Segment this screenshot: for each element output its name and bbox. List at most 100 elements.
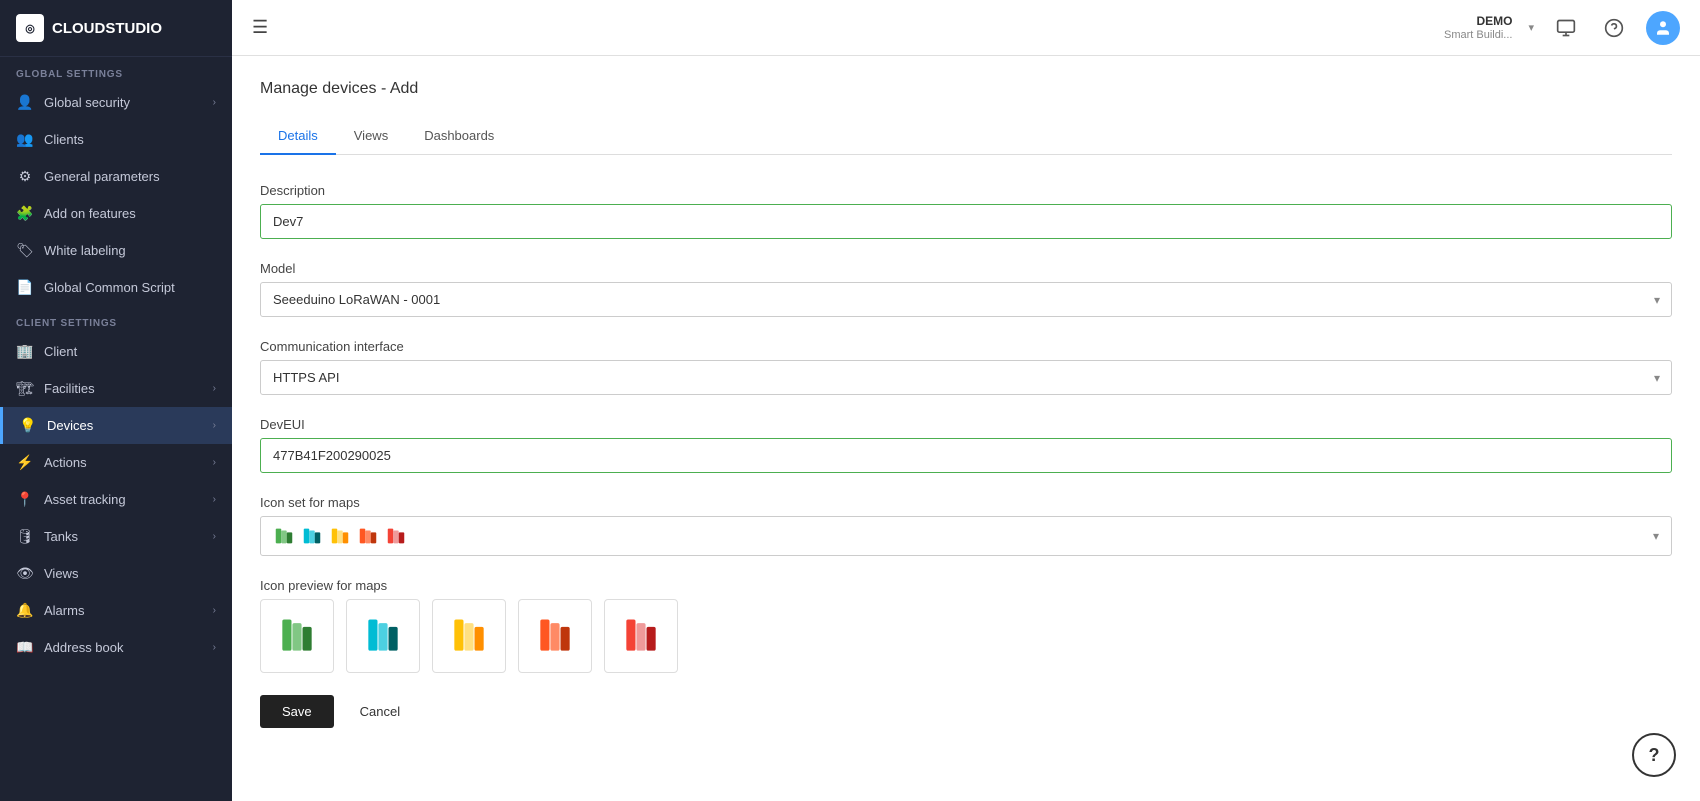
description-input[interactable]: [260, 204, 1672, 239]
global-security-icon: 👤: [16, 94, 34, 111]
sidebar-item-devices[interactable]: 💡 Devices ›: [0, 407, 232, 444]
hamburger-button[interactable]: ☰: [252, 17, 268, 38]
demo-info: DEMO Smart Buildi...: [1444, 14, 1512, 41]
tab-dashboards[interactable]: Dashboards: [406, 118, 512, 155]
chevron-right-icon: ›: [213, 97, 216, 108]
chevron-right-icon: ›: [213, 494, 216, 505]
icon-preview-orange: [518, 599, 592, 673]
sidebar-item-label: Tanks: [44, 529, 78, 544]
sidebar-item-label: Clients: [44, 132, 84, 147]
cancel-button[interactable]: Cancel: [346, 695, 414, 728]
icon-preview-yellow: [432, 599, 506, 673]
white-label-icon: 🏷: [16, 242, 34, 259]
deveui-input[interactable]: [260, 438, 1672, 473]
model-select-wrapper: Seeeduino LoRaWAN - 0001 ▾: [260, 282, 1672, 317]
icon-preview-red: [604, 599, 678, 673]
icon-set-dropdown-arrow: ▾: [1653, 529, 1659, 543]
sidebar-item-address-book[interactable]: 📖 Address book ›: [0, 629, 232, 666]
sidebar-item-label: Client: [44, 344, 77, 359]
asset-tracking-icon: 📍: [16, 491, 34, 508]
topbar: ☰ DEMO Smart Buildi... ▾: [232, 0, 1700, 56]
clients-icon: 👥: [16, 131, 34, 148]
sidebar-item-views[interactable]: 👁 Views: [0, 555, 232, 592]
sidebar-item-actions[interactable]: ⚡ Actions ›: [0, 444, 232, 481]
icon-preview-group: Icon preview for maps: [260, 578, 1672, 673]
chevron-right-icon: ›: [213, 531, 216, 542]
icon-set-preview-green: [273, 525, 295, 547]
sidebar-item-label: Address book: [44, 640, 124, 655]
icon-preview-grid: [260, 599, 1672, 673]
user-avatar[interactable]: [1646, 11, 1680, 45]
description-label: Description: [260, 183, 1672, 198]
page-content: Manage devices - Add Details Views Dashb…: [232, 56, 1700, 801]
deveui-group: DevEUI: [260, 417, 1672, 473]
tab-details[interactable]: Details: [260, 118, 336, 155]
logo-icon: ◎: [16, 14, 44, 42]
icon-set-preview-yellow: [329, 525, 351, 547]
icon-set-dropdown[interactable]: ▾: [260, 516, 1672, 556]
sidebar-item-label: Global security: [44, 95, 130, 110]
sidebar-item-label: Asset tracking: [44, 492, 126, 507]
logo-text: CLOUDSTUDIO: [52, 20, 162, 37]
sidebar-item-label: Alarms: [44, 603, 84, 618]
tanks-icon: 🛢: [16, 528, 34, 545]
global-settings-label: GLOBAL SETTINGS: [0, 57, 232, 84]
model-group: Model Seeeduino LoRaWAN - 0001 ▾: [260, 261, 1672, 317]
demo-sub: Smart Buildi...: [1444, 29, 1512, 41]
deveui-label: DevEUI: [260, 417, 1672, 432]
icon-preview-green: [260, 599, 334, 673]
sidebar-logo: ◎ CLOUDSTUDIO: [0, 0, 232, 57]
sidebar-item-add-on-features[interactable]: 🧩 Add on features: [0, 195, 232, 232]
sidebar-item-label: Devices: [47, 418, 93, 433]
chevron-right-icon: ›: [213, 420, 216, 431]
page-title: Manage devices - Add: [260, 80, 1672, 98]
sidebar-item-alarms[interactable]: 🔔 Alarms ›: [0, 592, 232, 629]
sidebar-item-facilities[interactable]: 🏗 Facilities ›: [0, 370, 232, 407]
sidebar-item-label: Views: [44, 566, 78, 581]
sidebar-item-label: Global Common Script: [44, 280, 175, 295]
comm-interface-group: Communication interface HTTPS API ▾: [260, 339, 1672, 395]
help-button[interactable]: [1598, 12, 1630, 44]
sidebar-item-general-parameters[interactable]: ⚙ General parameters: [0, 158, 232, 195]
views-icon: 👁: [16, 565, 34, 582]
icon-set-preview-orange: [357, 525, 379, 547]
help-fab-button[interactable]: ?: [1632, 733, 1676, 777]
sidebar-item-label: Facilities: [44, 381, 95, 396]
chevron-right-icon: ›: [213, 383, 216, 394]
client-icon: 🏢: [16, 343, 34, 360]
icon-preview-cyan: [346, 599, 420, 673]
devices-icon: 💡: [19, 417, 37, 434]
save-button[interactable]: Save: [260, 695, 334, 728]
script-icon: 📄: [16, 279, 34, 296]
demo-label: DEMO: [1476, 14, 1512, 28]
tab-views[interactable]: Views: [336, 118, 406, 155]
icon-set-preview-cyan: [301, 525, 323, 547]
chevron-right-icon: ›: [213, 642, 216, 653]
sidebar-item-global-common-script[interactable]: 📄 Global Common Script: [0, 269, 232, 306]
form-actions: Save Cancel: [260, 695, 1672, 728]
comm-interface-select[interactable]: HTTPS API: [260, 360, 1672, 395]
sidebar-item-label: General parameters: [44, 169, 160, 184]
description-group: Description: [260, 183, 1672, 239]
address-book-icon: 📖: [16, 639, 34, 656]
sidebar: ◎ CLOUDSTUDIO GLOBAL SETTINGS 👤 Global s…: [0, 0, 232, 801]
sidebar-item-global-security[interactable]: 👤 Global security ›: [0, 84, 232, 121]
model-label: Model: [260, 261, 1672, 276]
alarms-icon: 🔔: [16, 602, 34, 619]
comm-select-wrapper: HTTPS API ▾: [260, 360, 1672, 395]
icon-set-preview-red: [385, 525, 407, 547]
sidebar-item-tanks[interactable]: 🛢 Tanks ›: [0, 518, 232, 555]
general-params-icon: ⚙: [16, 168, 34, 185]
icon-set-label: Icon set for maps: [260, 495, 1672, 510]
sidebar-item-clients[interactable]: 👥 Clients: [0, 121, 232, 158]
sidebar-item-asset-tracking[interactable]: 📍 Asset tracking ›: [0, 481, 232, 518]
sidebar-item-white-labeling[interactable]: 🏷 White labeling: [0, 232, 232, 269]
monitor-button[interactable]: [1550, 12, 1582, 44]
demo-dropdown-arrow[interactable]: ▾: [1528, 21, 1534, 34]
topbar-right: DEMO Smart Buildi... ▾: [1444, 11, 1680, 45]
model-select[interactable]: Seeeduino LoRaWAN - 0001: [260, 282, 1672, 317]
sidebar-item-client[interactable]: 🏢 Client: [0, 333, 232, 370]
chevron-right-icon: ›: [213, 457, 216, 468]
client-settings-label: CLIENT SETTINGS: [0, 306, 232, 333]
facilities-icon: 🏗: [16, 380, 34, 397]
